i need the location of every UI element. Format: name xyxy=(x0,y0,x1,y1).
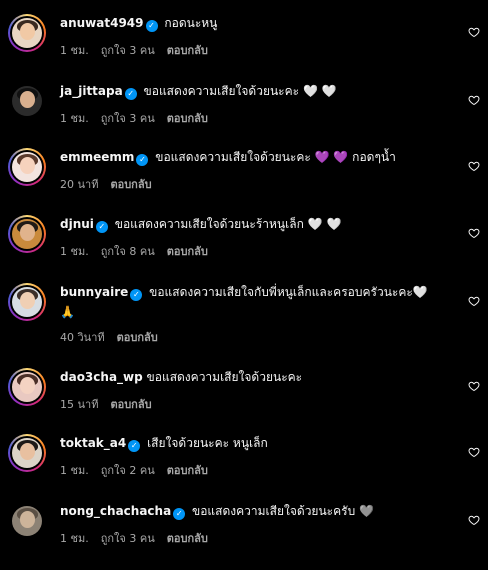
comment-item: anuwat4949 ✓ กอดนะหนู 1 ชม. ถูกใจ 3 คน ตอบก… xyxy=(0,14,488,82)
heart-outline-icon[interactable] xyxy=(468,94,480,106)
heart-outline-icon[interactable] xyxy=(468,26,480,38)
comment-meta: 20 นาที ตอบกลับ xyxy=(60,178,164,192)
comment-time: 1 ชม. xyxy=(60,464,89,477)
comment-time: 40 วินาที xyxy=(60,331,105,344)
comment-username[interactable]: dao3cha_wp xyxy=(60,370,143,384)
comment-emojis: 🤍 xyxy=(412,285,428,299)
heart-outline-icon[interactable] xyxy=(468,380,480,392)
comment-item: toktak_a4 ✓ เสียใจด้วยนะคะ หนูเล็ก 1 ชม. ถ… xyxy=(0,434,488,502)
comment-text: ขอแสดงความเสียใจด้วยนะครับ xyxy=(192,504,356,518)
avatar[interactable] xyxy=(8,215,46,253)
comment-time: 1 ชม. xyxy=(60,44,89,57)
comment-emojis-line2: 🙏 xyxy=(60,305,75,319)
comment-item: nong_chachacha ✓ ขอแสดงความเสียใจด้วยนะคร… xyxy=(0,502,488,570)
comment-username[interactable]: anuwat4949 xyxy=(60,16,144,30)
comment-username[interactable]: toktak_a4 xyxy=(60,436,126,450)
verified-icon: ✓ xyxy=(124,88,137,100)
comment-time: 15 นาที xyxy=(60,398,99,411)
reply-button[interactable]: ตอบกลับ xyxy=(167,112,208,125)
avatar[interactable] xyxy=(8,14,46,52)
comment-item: emmeemm ✓ ขอแสดงความเสียใจด้วยนะคะ 💜 💜 กอ… xyxy=(0,148,488,216)
heart-outline-icon[interactable] xyxy=(468,446,480,458)
comment-emojis: 💜 💜 กอดๆน้ำ xyxy=(314,150,396,164)
avatar[interactable] xyxy=(8,502,46,540)
comment-username[interactable]: emmeemm xyxy=(60,150,134,164)
comment-username[interactable]: nong_chachacha xyxy=(60,504,171,518)
comment-item: dao3cha_wp ขอแสดงความเสียใจด้วยนะคะ 15 น… xyxy=(0,368,488,436)
avatar[interactable] xyxy=(8,148,46,186)
reply-button[interactable]: ตอบกลับ xyxy=(110,398,151,411)
comment-likes[interactable]: ถูกใจ 3 คน xyxy=(101,112,155,125)
comment-username[interactable]: djnui xyxy=(60,217,94,231)
comment-meta: 1 ชม. ถูกใจ 3 คน ตอบกลับ xyxy=(60,44,220,58)
heart-outline-icon[interactable] xyxy=(468,160,480,172)
reply-button[interactable]: ตอบกลับ xyxy=(167,532,208,545)
comment-meta: 1 ชม. ถูกใจ 3 คน ตอบกลับ xyxy=(60,532,220,546)
reply-button[interactable]: ตอบกลับ xyxy=(167,44,208,57)
reply-button[interactable]: ตอบกลับ xyxy=(167,464,208,477)
heart-outline-icon[interactable] xyxy=(468,514,480,526)
comment-item: ja_jittapa ✓ ขอแสดงความเสียใจด้วยนะคะ 🤍 🤍… xyxy=(0,82,488,150)
reply-button[interactable]: ตอบกลับ xyxy=(110,178,151,191)
comment-item: bunnyaire ✓ ขอแสดงความเสียใจกับพี่หนูเล็ก… xyxy=(0,283,488,359)
comment-likes[interactable]: ถูกใจ 2 คน xyxy=(101,464,155,477)
comment-text: กอดนะหนู xyxy=(164,16,218,30)
avatar[interactable] xyxy=(8,82,46,120)
comment-username[interactable]: bunnyaire xyxy=(60,285,128,299)
comment-text: ขอแสดงความเสียใจด้วยนะคะ xyxy=(146,370,303,384)
heart-outline-icon[interactable] xyxy=(468,227,480,239)
comment-meta: 1 ชม. ถูกใจ 8 คน ตอบกลับ xyxy=(60,245,220,259)
comment-time: 1 ชม. xyxy=(60,532,89,545)
verified-icon: ✓ xyxy=(136,154,149,166)
comment-likes[interactable]: ถูกใจ 8 คน xyxy=(101,245,155,258)
comment-text: ขอแสดงความเสียใจกับพี่หนูเล็กและครอบครัว… xyxy=(149,285,413,299)
verified-icon: ✓ xyxy=(130,289,143,301)
comment-time: 20 นาที xyxy=(60,178,99,191)
comment-emojis: 🩶 xyxy=(359,504,374,518)
comment-emojis: 🤍 🤍 xyxy=(307,217,342,231)
comment-meta: 1 ชม. ถูกใจ 3 คน ตอบกลับ xyxy=(60,112,220,126)
avatar[interactable] xyxy=(8,283,46,321)
comment-text: ขอแสดงความเสียใจด้วยนะร้าหนูเล็ก xyxy=(114,217,304,231)
verified-icon: ✓ xyxy=(173,508,186,520)
avatar[interactable] xyxy=(8,368,46,406)
comment-username[interactable]: ja_jittapa xyxy=(60,84,123,98)
comment-meta: 15 นาที ตอบกลับ xyxy=(60,398,164,412)
comment-text: เสียใจด้วยนะคะ หนูเล็ก xyxy=(147,436,268,450)
reply-button[interactable]: ตอบกลับ xyxy=(117,331,158,344)
comment-item: djnui ✓ ขอแสดงความเสียใจด้วยนะร้าหนูเล็ก … xyxy=(0,215,488,283)
comment-meta: 1 ชม. ถูกใจ 2 คน ตอบกลับ xyxy=(60,464,220,478)
comment-likes[interactable]: ถูกใจ 3 คน xyxy=(101,44,155,57)
comment-meta: 40 วินาที ตอบกลับ xyxy=(60,331,170,345)
comment-emojis: 🤍 🤍 xyxy=(302,84,337,98)
verified-icon: ✓ xyxy=(145,20,158,32)
comment-likes[interactable]: ถูกใจ 3 คน xyxy=(101,532,155,545)
comment-time: 1 ชม. xyxy=(60,112,89,125)
comment-text: ขอแสดงความเสียใจด้วยนะคะ xyxy=(155,150,311,164)
avatar[interactable] xyxy=(8,434,46,472)
verified-icon: ✓ xyxy=(95,221,108,233)
comment-time: 1 ชม. xyxy=(60,245,89,258)
heart-outline-icon[interactable] xyxy=(468,295,480,307)
reply-button[interactable]: ตอบกลับ xyxy=(167,245,208,258)
comment-text: ขอแสดงความเสียใจด้วยนะคะ xyxy=(143,84,300,98)
verified-icon: ✓ xyxy=(128,440,141,452)
